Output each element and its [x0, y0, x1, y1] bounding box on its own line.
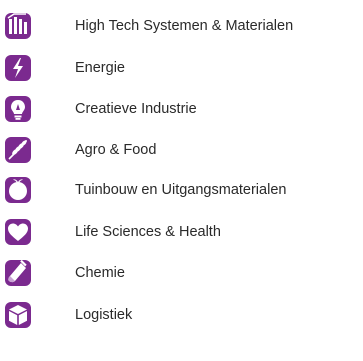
- sector-label: Agro & Food: [75, 142, 157, 158]
- sector-label: Tuinbouw en Uitgangsmaterialen: [75, 182, 287, 198]
- sector-label: Life Sciences & Health: [75, 224, 221, 240]
- sector-item-high-tech[interactable]: High Tech Systemen & Materialen: [0, 6, 363, 46]
- heart-icon: [4, 218, 32, 246]
- lightbulb-icon: [4, 95, 32, 123]
- lightning-icon: [4, 54, 32, 82]
- sector-item-life-sciences[interactable]: Life Sciences & Health: [0, 212, 363, 252]
- sector-list: High Tech Systemen & Materialen Energie …: [0, 0, 363, 361]
- sector-item-tuinbouw[interactable]: Tuinbouw en Uitgangsmaterialen: [0, 170, 363, 210]
- flask-icon: [4, 259, 32, 287]
- sector-label: Creatieve Industrie: [75, 101, 197, 117]
- sector-item-energie[interactable]: Energie: [0, 48, 363, 88]
- seed-icon: [4, 176, 32, 204]
- box-icon: [4, 301, 32, 329]
- sector-item-chemie[interactable]: Chemie: [0, 253, 363, 293]
- sector-item-creatieve-industrie[interactable]: Creatieve Industrie: [0, 89, 363, 129]
- sector-label: Energie: [75, 60, 125, 76]
- chip-icon: [4, 12, 32, 40]
- wheat-icon: [4, 136, 32, 164]
- sector-label: High Tech Systemen & Materialen: [75, 18, 294, 34]
- sector-label: Chemie: [75, 265, 125, 281]
- sector-item-logistiek[interactable]: Logistiek: [0, 295, 363, 335]
- sector-label: Logistiek: [75, 307, 133, 323]
- sector-item-agro-food[interactable]: Agro & Food: [0, 130, 363, 170]
